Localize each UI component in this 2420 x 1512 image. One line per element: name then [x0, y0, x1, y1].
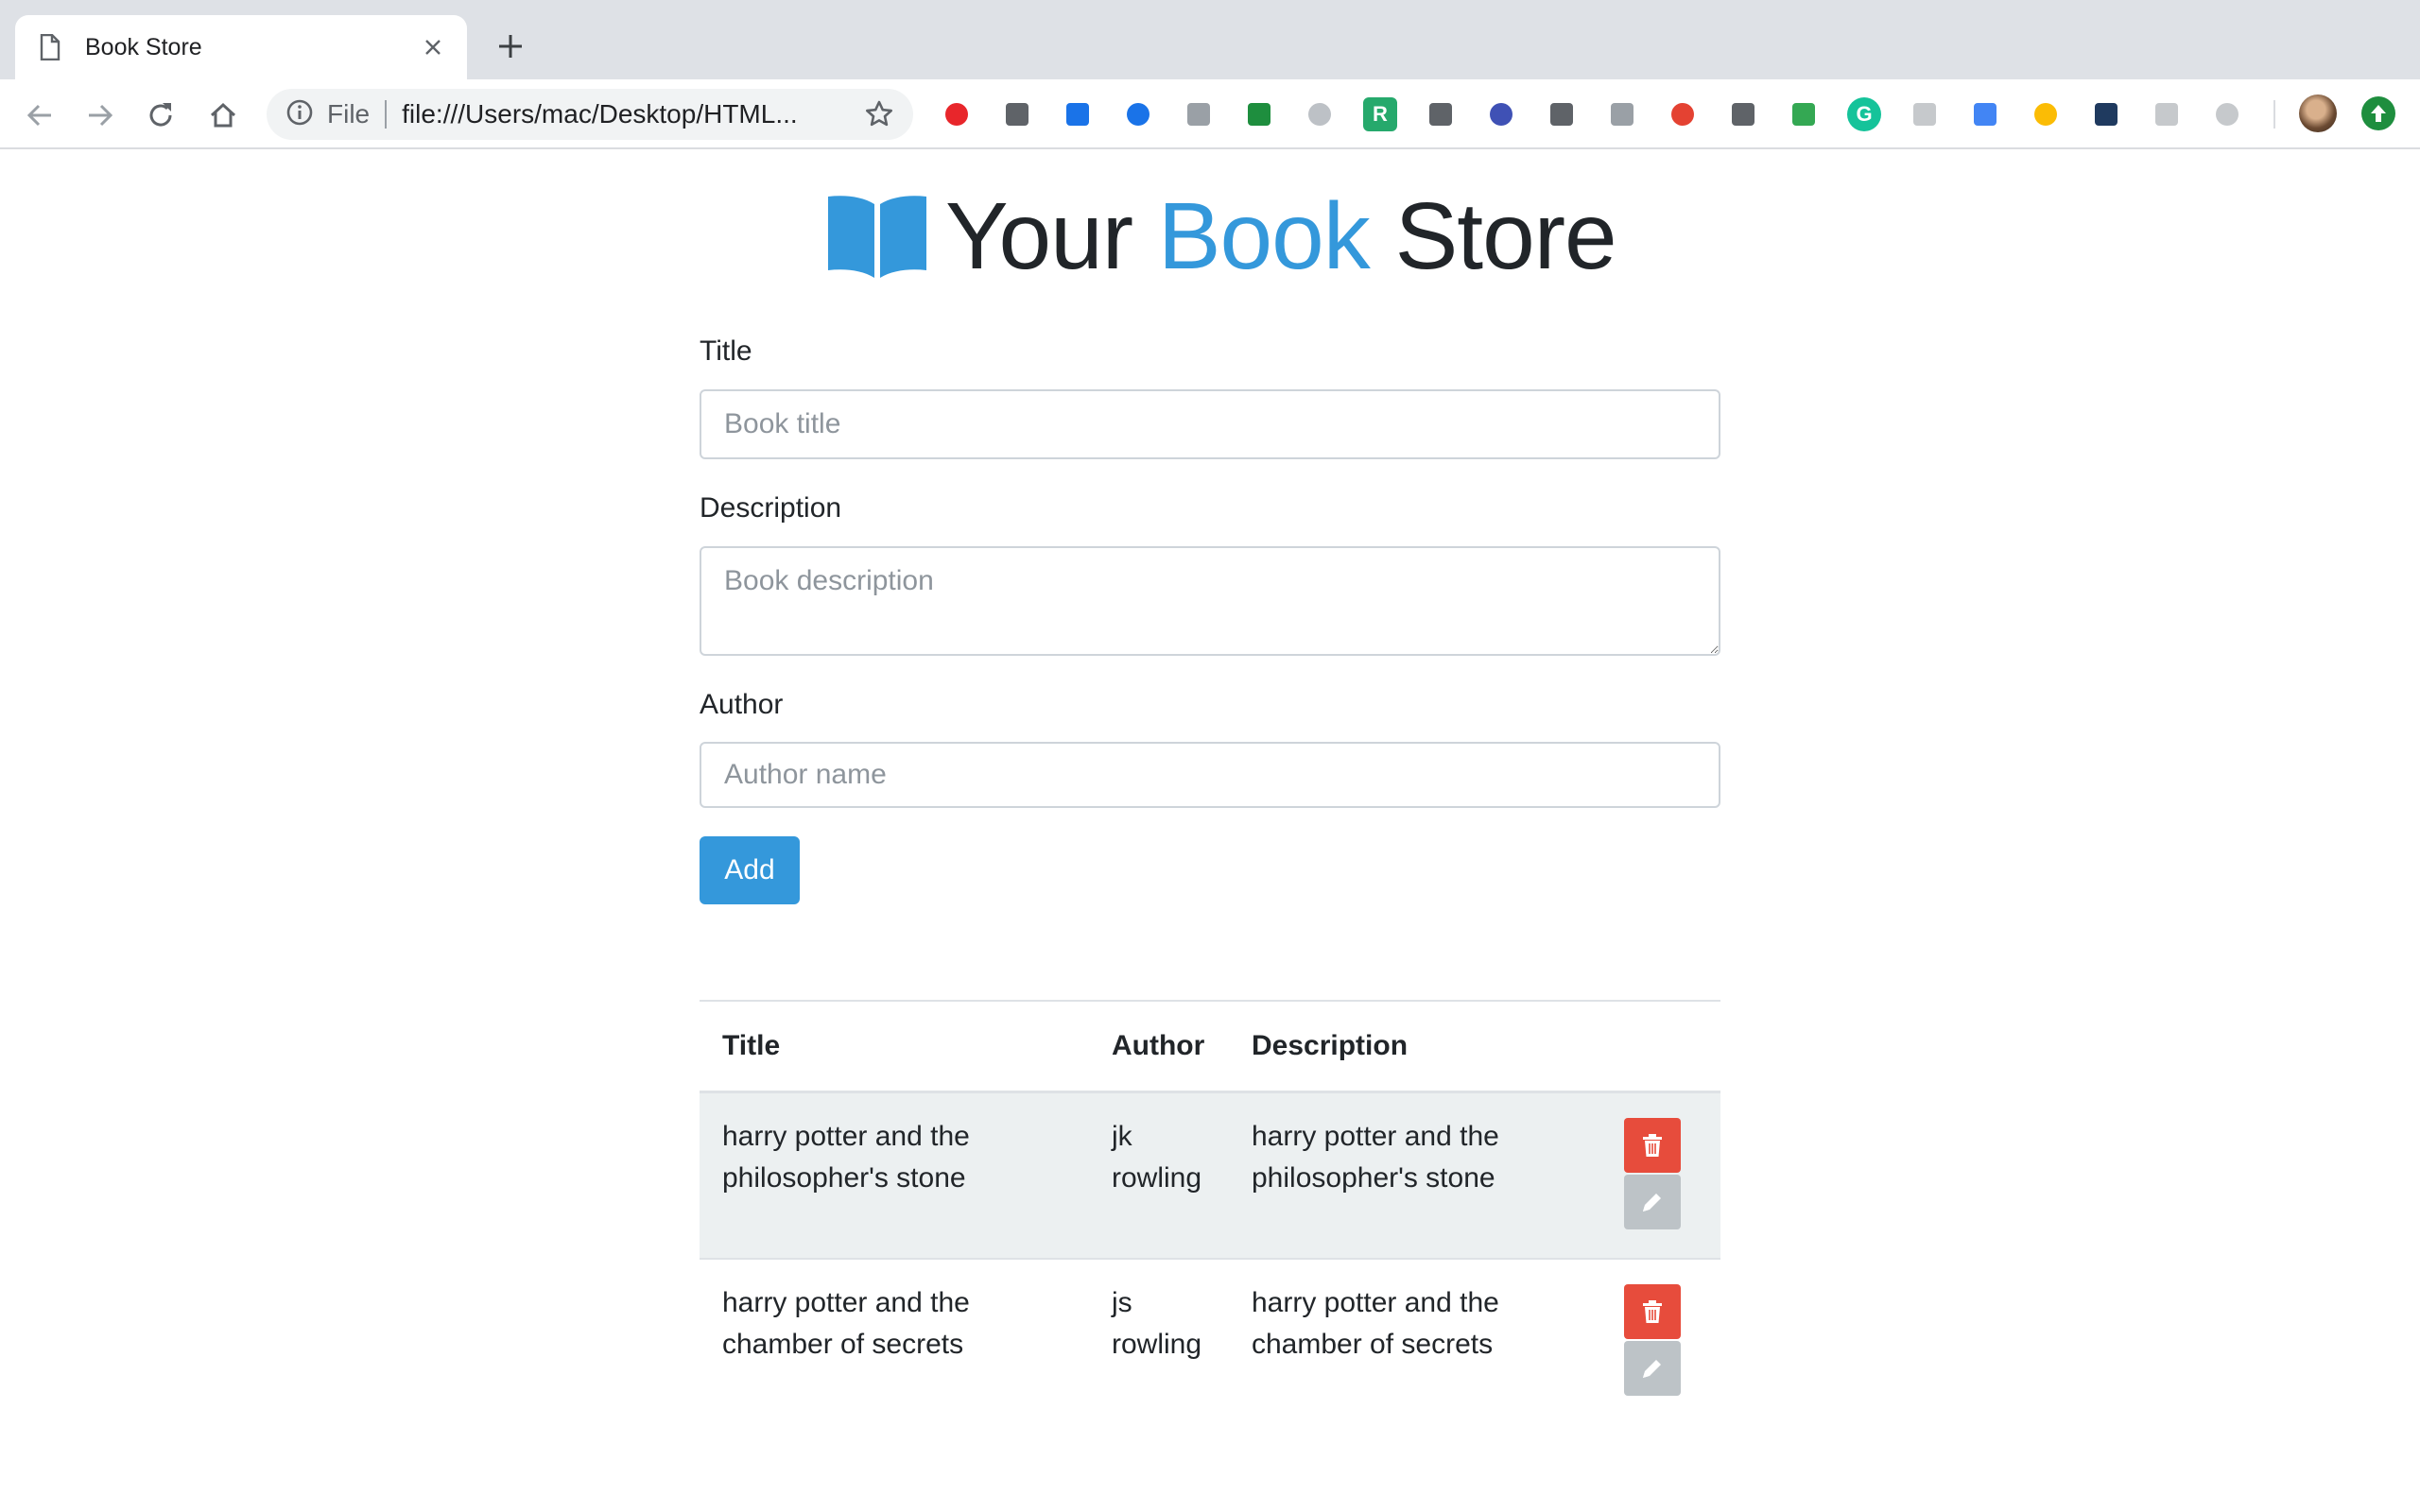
header-title: Title [700, 1000, 1089, 1093]
header-description: Description [1229, 1000, 1601, 1093]
omnibox-divider [385, 100, 388, 129]
r-extension-icon[interactable]: R [1363, 97, 1397, 131]
tab-title: Book Store [85, 33, 202, 60]
formula-icon[interactable] [1000, 97, 1034, 131]
cell-title: harry potter and the philosopher's stone [700, 1091, 1089, 1259]
edit-button[interactable] [1624, 1340, 1681, 1396]
browser-tab-strip: Book Store [0, 0, 2420, 79]
back-icon[interactable] [21, 96, 59, 134]
books-table: Title Author Description harry potter an… [700, 1000, 1720, 1424]
toolbar-divider [2273, 100, 2275, 129]
color-bars-icon[interactable] [2029, 97, 2063, 131]
pencil-icon [1643, 1193, 1661, 1211]
add-button[interactable]: Add [700, 836, 800, 904]
layers-icon[interactable] [1726, 97, 1760, 131]
forward-icon[interactable] [81, 96, 119, 134]
video-icon[interactable] [2210, 97, 2244, 131]
open-book-icon [828, 196, 926, 278]
google-translate-icon[interactable] [1968, 97, 2002, 131]
page-title: Your Book Store [945, 182, 1617, 289]
update-arrow-icon[interactable] [2361, 96, 2395, 130]
edit-button[interactable] [1624, 1174, 1681, 1229]
amazon-assistant-icon[interactable] [1061, 97, 1095, 131]
header-author: Author [1089, 1000, 1229, 1093]
todoist-icon[interactable] [1666, 97, 1700, 131]
url-scheme: File [327, 99, 371, 129]
page-content: Your Book Store Title Description Author… [0, 151, 2420, 1512]
author-input[interactable] [700, 742, 1720, 808]
title-input[interactable] [700, 389, 1720, 459]
eyedropper-icon[interactable] [1787, 97, 1821, 131]
table-row: harry potter and the chamber of secrets … [700, 1257, 1720, 1424]
table-row: harry potter and the philosopher's stone… [700, 1091, 1720, 1259]
trash-icon [1643, 1133, 1662, 1157]
profile-avatar[interactable] [2299, 94, 2337, 132]
react-devtools-icon[interactable] [1908, 97, 1942, 131]
new-tab-icon[interactable] [493, 29, 527, 63]
browser-tab[interactable]: Book Store [15, 15, 467, 79]
cell-author: js rowling [1089, 1257, 1229, 1424]
cell-description: harry potter and the philosopher's stone [1229, 1091, 1601, 1259]
cell-description: harry potter and the chamber of secrets [1229, 1257, 1601, 1424]
title-label: Title [700, 335, 752, 367]
url-text[interactable]: file:///Users/mac/Desktop/HTML... [402, 99, 862, 129]
pencil-icon [1643, 1359, 1661, 1378]
cell-author: jk rowling [1089, 1091, 1229, 1259]
table-header-row: Title Author Description [700, 1000, 1720, 1093]
author-label: Author [700, 689, 784, 720]
home-icon[interactable] [204, 96, 242, 134]
analytics-icon[interactable] [1121, 97, 1155, 131]
cell-actions [1601, 1257, 1720, 1424]
cell-actions [1601, 1091, 1720, 1259]
screenshot-frame-icon[interactable] [1242, 97, 1276, 131]
camera-icon[interactable] [1303, 97, 1337, 131]
seo-icon[interactable] [1545, 97, 1579, 131]
close-tab-icon[interactable] [418, 32, 448, 62]
browser-toolbar: File file:///Users/mac/Desktop/HTML... R… [0, 79, 2420, 149]
bulb-icon[interactable] [1424, 97, 1458, 131]
info-icon[interactable] [285, 98, 314, 131]
document-icon [36, 33, 64, 61]
png-icon[interactable] [1605, 97, 1639, 131]
paint-icon[interactable] [1182, 97, 1216, 131]
description-label: Description [700, 492, 842, 524]
delete-button[interactable] [1624, 1283, 1681, 1339]
address-bar[interactable]: File file:///Users/mac/Desktop/HTML... [267, 89, 913, 140]
server-icon[interactable] [2089, 97, 2123, 131]
description-textarea[interactable] [700, 546, 1720, 656]
opera-icon[interactable] [2150, 97, 2184, 131]
reload-icon[interactable] [142, 96, 180, 134]
chevron-up-icon[interactable] [1484, 97, 1518, 131]
delete-button[interactable] [1624, 1117, 1681, 1173]
cell-title: harry potter and the chamber of secrets [700, 1257, 1089, 1424]
header-actions [1601, 1000, 1720, 1093]
adblock-icon[interactable] [940, 97, 974, 131]
grammarly-icon[interactable]: G [1847, 97, 1881, 131]
site-logo: Your Book Store [824, 182, 1617, 289]
trash-icon [1643, 1299, 1662, 1323]
bookmark-star-icon[interactable] [862, 97, 896, 131]
